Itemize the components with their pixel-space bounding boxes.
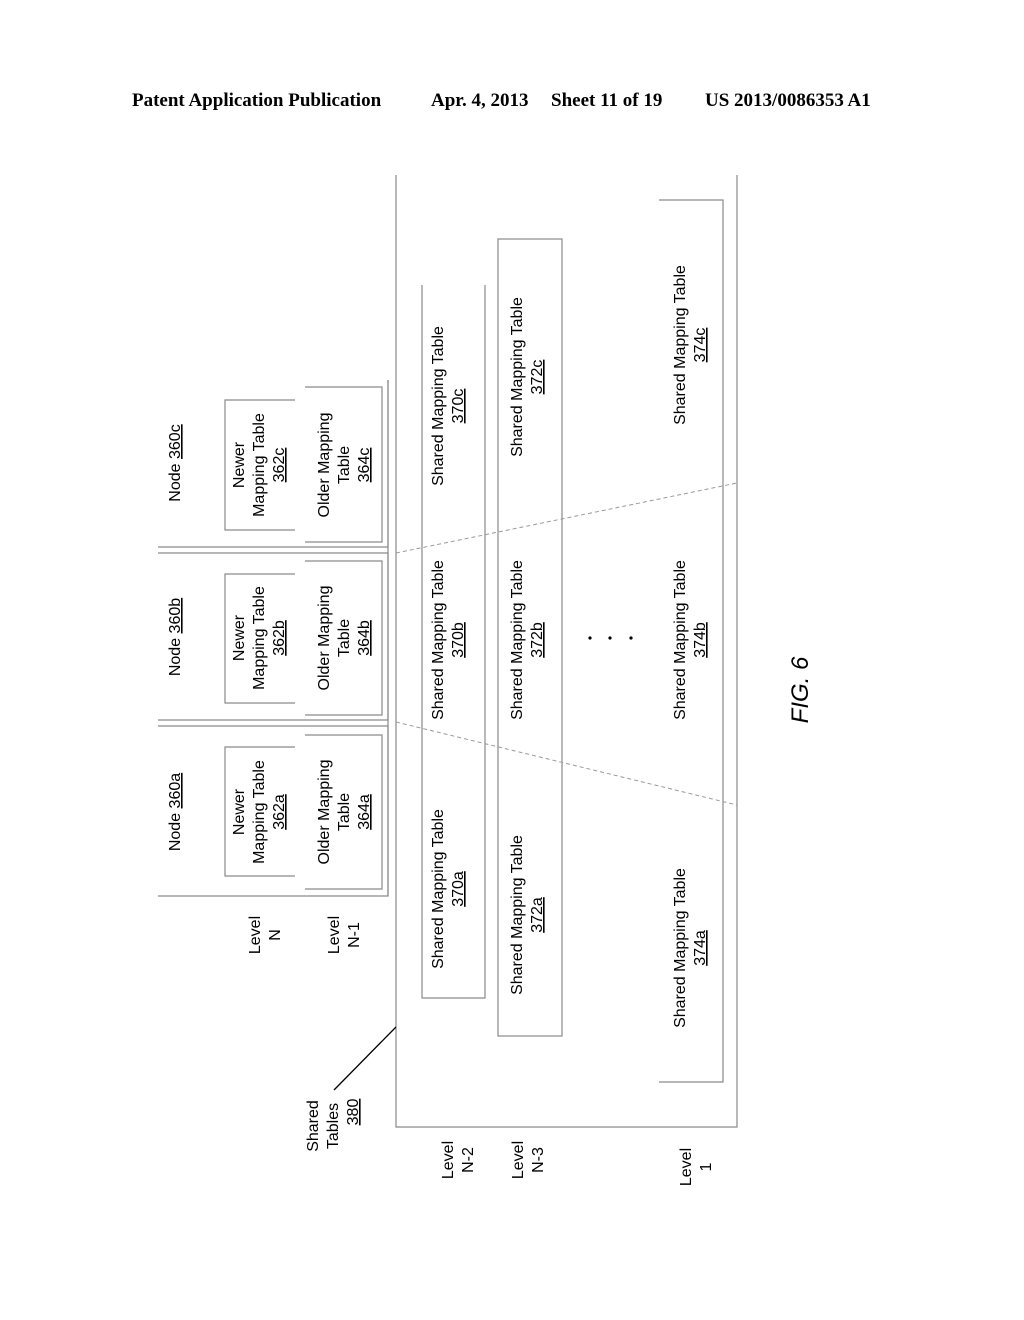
fan-line-lower — [395, 721, 738, 806]
svg-text:1: 1 — [698, 1162, 715, 1171]
fan-line-upper — [395, 482, 738, 554]
level-n-2-label: Level N-2 — [440, 1141, 477, 1179]
shared-mapping-table-374c: Shared Mapping Table 374c — [672, 265, 709, 425]
figure-label: FIG. 6 — [787, 656, 814, 723]
svg-text:Tables: Tables — [325, 1103, 342, 1149]
older-mapping-table-364b: Older Mapping Table 364b — [316, 586, 373, 691]
svg-text:Newer: Newer — [231, 788, 248, 835]
svg-text:Shared Mapping Table: Shared Mapping Table — [509, 297, 526, 457]
svg-text:374a: 374a — [692, 930, 709, 966]
svg-text:Level: Level — [510, 1141, 527, 1179]
level-n-3-label: Level N-3 — [510, 1141, 547, 1179]
svg-text:Mapping Table: Mapping Table — [251, 760, 268, 864]
svg-text:Newer: Newer — [231, 614, 248, 661]
svg-text:Level: Level — [326, 916, 343, 954]
svg-text:Shared Mapping Table: Shared Mapping Table — [430, 809, 447, 969]
shared-tables-leader-line — [333, 1026, 397, 1091]
newer-mapping-table-362a: Newer Mapping Table 362a — [231, 760, 288, 864]
svg-text:374c: 374c — [692, 328, 709, 363]
svg-text:N-1: N-1 — [346, 922, 363, 948]
svg-text:Level: Level — [678, 1148, 695, 1186]
svg-text:Older Mapping: Older Mapping — [316, 586, 333, 691]
node-360a-label: Node 360a — [167, 773, 184, 851]
newer-mapping-table-362c: Newer Mapping Table 362c — [231, 413, 288, 517]
shared-mapping-table-374a: Shared Mapping Table 374a — [672, 868, 709, 1028]
svg-text:364c: 364c — [356, 448, 373, 483]
ellipsis-dot — [608, 636, 612, 640]
svg-text:Shared: Shared — [305, 1100, 322, 1152]
svg-text:Mapping Table: Mapping Table — [251, 586, 268, 690]
svg-text:N-3: N-3 — [530, 1147, 547, 1173]
svg-text:Shared Mapping Table: Shared Mapping Table — [672, 560, 689, 720]
svg-text:370c: 370c — [450, 389, 467, 424]
svg-text:Shared Mapping Table: Shared Mapping Table — [672, 265, 689, 425]
svg-text:Shared Mapping Table: Shared Mapping Table — [430, 560, 447, 720]
svg-text:Shared Mapping Table: Shared Mapping Table — [672, 868, 689, 1028]
svg-text:362c: 362c — [271, 448, 288, 483]
svg-text:Shared Mapping Table: Shared Mapping Table — [509, 560, 526, 720]
shared-mapping-table-372a: Shared Mapping Table 372a — [509, 835, 546, 995]
svg-text:364a: 364a — [356, 794, 373, 830]
shared-mapping-table-370b: Shared Mapping Table 370b — [430, 560, 467, 720]
shared-mapping-table-370a: Shared Mapping Table 370a — [430, 809, 467, 969]
svg-text:372c: 372c — [529, 360, 546, 395]
svg-text:372b: 372b — [529, 622, 546, 658]
level-1-label: Level 1 — [678, 1148, 715, 1186]
svg-text:Level: Level — [440, 1141, 457, 1179]
svg-text:Shared Mapping Table: Shared Mapping Table — [430, 326, 447, 486]
shared-mapping-table-372c: Shared Mapping Table 372c — [509, 297, 546, 457]
svg-text:370b: 370b — [450, 622, 467, 658]
svg-text:Table: Table — [336, 446, 353, 484]
node-360c-label: Node 360c — [167, 424, 184, 501]
svg-text:Mapping Table: Mapping Table — [251, 413, 268, 517]
svg-text:N-2: N-2 — [460, 1147, 477, 1173]
ellipsis-dot — [629, 636, 633, 640]
shared-mapping-table-372b: Shared Mapping Table 372b — [509, 560, 546, 720]
svg-text:Newer: Newer — [231, 441, 248, 488]
svg-text:364b: 364b — [356, 620, 373, 656]
svg-text:N: N — [267, 929, 284, 941]
svg-text:372a: 372a — [529, 897, 546, 933]
shared-mapping-table-374b: Shared Mapping Table 374b — [672, 560, 709, 720]
ellipsis-dot — [588, 636, 592, 640]
shared-tables-380-label: Shared Tables 380 — [305, 1099, 362, 1152]
svg-text:Shared Mapping Table: Shared Mapping Table — [509, 835, 526, 995]
svg-text:380: 380 — [345, 1099, 362, 1126]
svg-text:Older Mapping: Older Mapping — [316, 760, 333, 865]
svg-text:374b: 374b — [692, 622, 709, 658]
older-mapping-table-364a: Older Mapping Table 364a — [316, 760, 373, 865]
level-n-1-label: Level N-1 — [326, 916, 363, 954]
svg-text:362a: 362a — [271, 794, 288, 830]
older-mapping-table-364c: Older Mapping Table 364c — [316, 413, 373, 518]
shared-row-1-box — [659, 199, 724, 1083]
node-360b-label: Node 360b — [167, 598, 184, 676]
svg-text:Older Mapping: Older Mapping — [316, 413, 333, 518]
shared-mapping-table-370c: Shared Mapping Table 370c — [430, 326, 467, 486]
newer-mapping-table-362b: Newer Mapping Table 362b — [231, 586, 288, 690]
level-n-label: Level N — [247, 916, 284, 954]
svg-text:362b: 362b — [271, 620, 288, 656]
svg-text:Table: Table — [336, 619, 353, 657]
diagram: Node 360c Node 360b Node 360a Newer Mapp… — [158, 175, 814, 1186]
svg-text:Level: Level — [247, 916, 264, 954]
svg-text:Table: Table — [336, 793, 353, 831]
svg-text:370a: 370a — [450, 871, 467, 907]
